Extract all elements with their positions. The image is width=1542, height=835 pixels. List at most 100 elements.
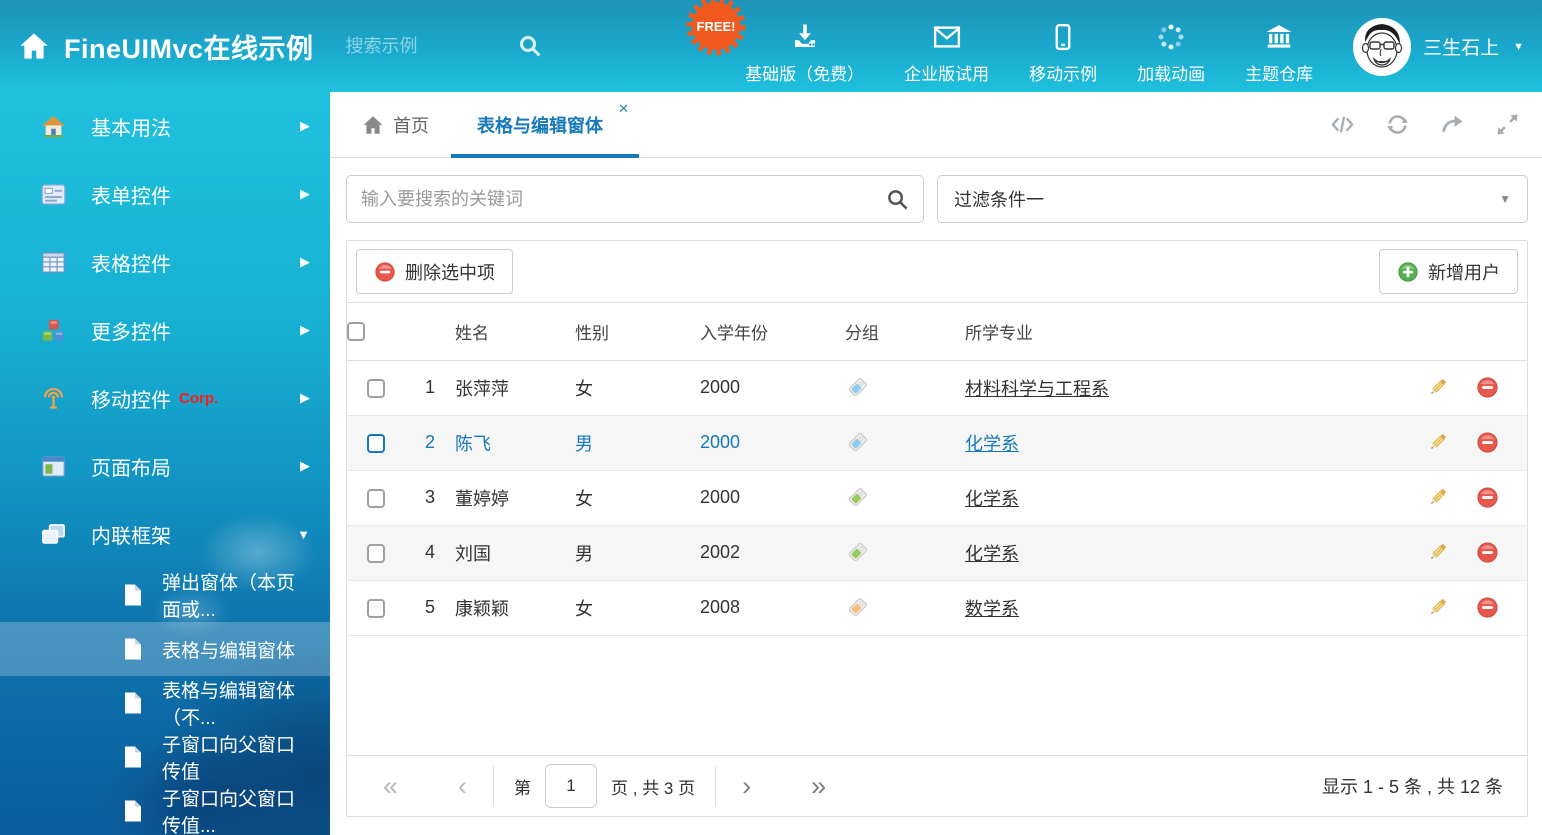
nav-item-enterprise-trial[interactable]: 企业版试用 (904, 8, 989, 85)
delete-icon[interactable] (1476, 541, 1499, 564)
sidebar-item-label: 基本用法 (91, 112, 171, 141)
grid-toolbar: 删除选中项 新增用户 (347, 241, 1527, 303)
sidebar: 基本用法 ▶ 表单控件 ▶ 表格控件 ▶ 更多控件 ▶ (0, 92, 330, 835)
nav-item-mobile-demo[interactable]: 移动示例 (1029, 8, 1097, 85)
header-search-input[interactable] (346, 36, 496, 57)
first-page-button[interactable]: « (371, 773, 410, 800)
major-link[interactable]: 化学系 (965, 434, 1019, 454)
row-checkbox[interactable] (367, 434, 385, 453)
tag-icon (845, 431, 869, 455)
row-checkbox[interactable] (367, 599, 385, 618)
edit-icon[interactable] (1426, 596, 1449, 619)
table-row[interactable]: 2 陈飞 男 2000 化学系 (347, 415, 1527, 470)
users-table: 姓名 性别 入学年份 分组 所学专业 1 张萍萍 女 2000 (347, 303, 1527, 636)
cell-year: 2000 (700, 470, 845, 525)
chevron-down-icon: ▼ (297, 527, 310, 542)
pager-divider (493, 766, 494, 806)
delete-icon[interactable] (1476, 376, 1499, 399)
sidebar-item-form-controls[interactable]: 表单控件 ▶ (0, 160, 330, 228)
page-suffix: 页 , 共 3 页 (611, 774, 695, 799)
sidebar-subitem-popup-window[interactable]: 弹出窗体（本页面或... (0, 568, 330, 622)
sidebar-item-grid-controls[interactable]: 表格控件 ▶ (0, 228, 330, 296)
user-menu[interactable]: 三生石上 ▼ (1353, 8, 1524, 76)
tab-home[interactable]: 首页 (340, 92, 451, 157)
delete-icon[interactable] (1476, 431, 1499, 454)
edit-icon[interactable] (1426, 376, 1449, 399)
row-checkbox[interactable] (367, 489, 385, 508)
refresh-icon[interactable] (1385, 112, 1410, 137)
chevron-right-icon: ▶ (300, 186, 310, 202)
close-tab-icon[interactable]: ✕ (618, 102, 629, 115)
search-icon[interactable] (518, 34, 542, 58)
delete-selected-label: 删除选中项 (405, 259, 495, 285)
sidebar-item-label: 页面布局 (91, 452, 171, 481)
next-page-button[interactable]: › (730, 773, 763, 800)
table-row[interactable]: 4 刘国 男 2002 化学系 (347, 525, 1527, 580)
row-checkbox[interactable] (367, 544, 385, 563)
filter-dropdown-value: 过滤条件一 (954, 186, 1044, 212)
last-page-button[interactable]: » (799, 773, 838, 800)
edit-icon[interactable] (1426, 541, 1449, 564)
major-link[interactable]: 材料科学与工程系 (965, 379, 1109, 399)
edit-icon[interactable] (1426, 431, 1449, 454)
table-row[interactable]: 5 康颖颖 女 2008 数学系 (347, 580, 1527, 635)
major-link[interactable]: 数学系 (965, 599, 1019, 619)
column-header-gender: 性别 (575, 303, 700, 360)
table-row[interactable]: 1 张萍萍 女 2000 材料科学与工程系 (347, 360, 1527, 415)
delete-selected-button[interactable]: 删除选中项 (356, 249, 513, 294)
expand-icon[interactable] (1495, 112, 1520, 137)
cell-name: 陈飞 (455, 415, 575, 470)
edit-icon[interactable] (1426, 486, 1449, 509)
column-header-group: 分组 (845, 303, 965, 360)
cell-gender: 女 (575, 470, 700, 525)
filter-dropdown[interactable]: 过滤条件一 ▼ (937, 175, 1528, 223)
nav-item-loading-animation[interactable]: 加载动画 (1137, 8, 1205, 85)
row-checkbox[interactable] (367, 379, 385, 398)
file-icon (122, 799, 144, 823)
sidebar-item-basic-usage[interactable]: 基本用法 ▶ (0, 92, 330, 160)
nav-item-theme-repo[interactable]: 主题仓库 (1245, 8, 1313, 85)
prev-page-button[interactable]: ‹ (446, 773, 479, 800)
sidebar-subitem-grid-edit-window-2[interactable]: 表格与编辑窗体（不... (0, 676, 330, 730)
search-icon[interactable] (886, 188, 909, 211)
sidebar-subitem-child-to-parent[interactable]: 子窗口向父窗口传值 (0, 730, 330, 784)
add-user-button[interactable]: 新增用户 (1379, 249, 1518, 294)
delete-icon[interactable] (1476, 486, 1499, 509)
phone-icon (1048, 22, 1078, 52)
tab-grid-edit-window[interactable]: 表格与编辑窗体 ✕ (451, 92, 639, 157)
source-code-icon[interactable] (1330, 112, 1355, 137)
add-user-label: 新增用户 (1428, 259, 1500, 285)
cell-name: 刘国 (455, 525, 575, 580)
open-new-window-icon[interactable] (1440, 112, 1465, 137)
nav-item-label: 企业版试用 (904, 60, 989, 85)
sidebar-subitem-label: 弹出窗体（本页面或... (162, 568, 310, 622)
table-body: 1 张萍萍 女 2000 材料科学与工程系 (347, 360, 1527, 635)
nav-item-label: 基础版（免费） (745, 60, 864, 85)
major-link[interactable]: 化学系 (965, 544, 1019, 564)
header-search (346, 34, 542, 58)
sidebar-subitem-grid-edit-window[interactable]: 表格与编辑窗体 (0, 622, 330, 676)
chevron-right-icon: ▶ (300, 322, 310, 338)
page-number-input[interactable] (545, 764, 597, 808)
nav-item-basic-edition[interactable]: 基础版（免费） (745, 8, 864, 85)
caret-down-icon: ▼ (1499, 192, 1511, 206)
sidebar-item-page-layout[interactable]: 页面布局 ▶ (0, 432, 330, 500)
sidebar-item-label: 表单控件 (91, 180, 171, 209)
sidebar-item-mobile-controls[interactable]: 移动控件 Corp. ▶ (0, 364, 330, 432)
chevron-right-icon: ▶ (300, 390, 310, 406)
select-all-checkbox[interactable] (347, 322, 365, 341)
table-row[interactable]: 3 董婷婷 女 2000 化学系 (347, 470, 1527, 525)
sidebar-item-more-controls[interactable]: 更多控件 ▶ (0, 296, 330, 364)
row-number: 5 (405, 580, 455, 635)
sidebar-subitem-child-to-parent-2[interactable]: 子窗口向父窗口传值... (0, 784, 330, 835)
major-link[interactable]: 化学系 (965, 489, 1019, 509)
home-icon[interactable] (18, 30, 50, 62)
row-number: 1 (405, 360, 455, 415)
delete-icon[interactable] (1476, 596, 1499, 619)
column-header-rownum (405, 303, 455, 360)
cubes-icon (40, 317, 67, 344)
chevron-right-icon: ▶ (300, 254, 310, 270)
sidebar-item-inline-frame[interactable]: 内联框架 ▼ (0, 500, 330, 568)
keyword-search-box (346, 175, 924, 223)
keyword-search-input[interactable] (361, 189, 886, 210)
